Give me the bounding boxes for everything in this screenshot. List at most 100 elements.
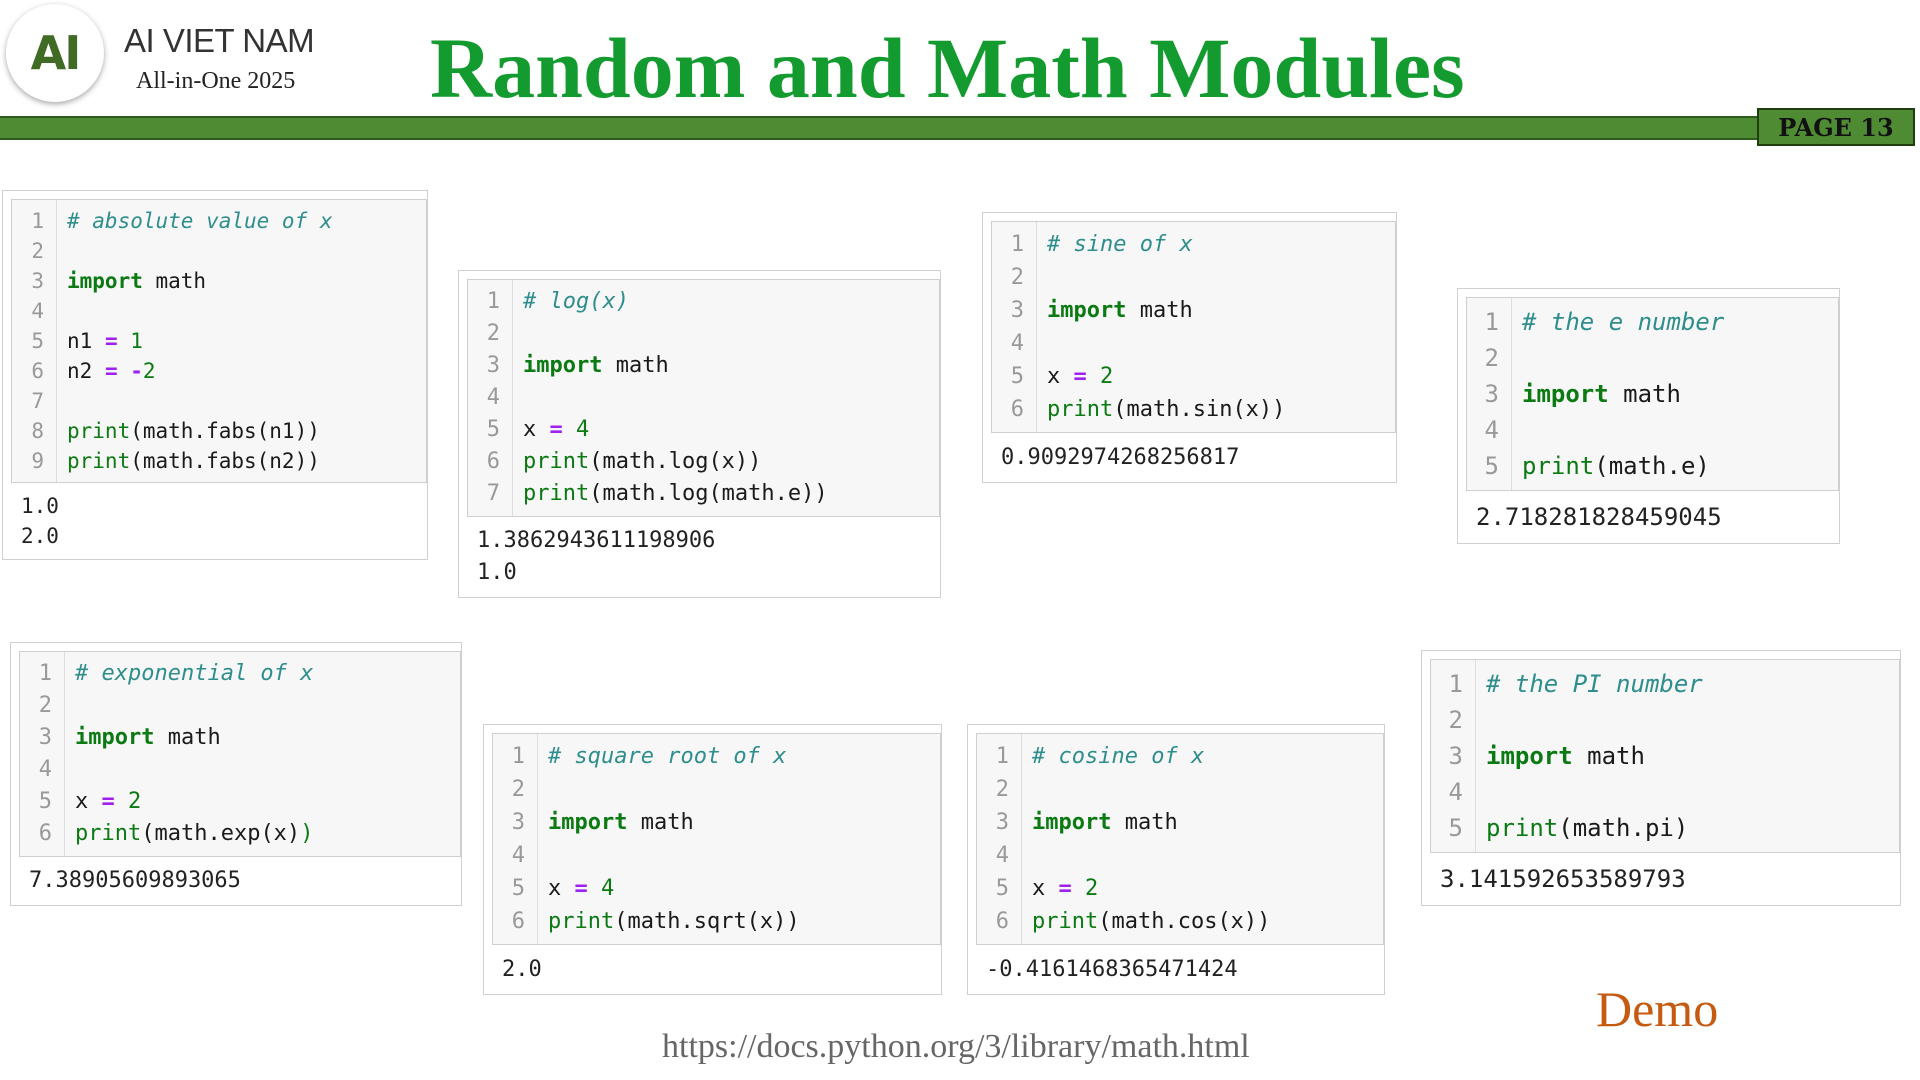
code-token: 4 <box>576 417 590 442</box>
line-number: 4 <box>38 757 52 782</box>
code-token: math <box>1608 380 1681 408</box>
code-token: print <box>1047 397 1114 422</box>
line-number: 5 <box>511 876 525 901</box>
code-input[interactable]: 1 2 3 4 5 6 7 # log(x) import math x = 4 print(m… <box>467 279 940 517</box>
line-number: 1 <box>486 289 500 314</box>
code-token: = <box>549 417 563 442</box>
code-token: (math.log(math.e)) <box>589 481 828 506</box>
line-number: 4 <box>511 843 525 868</box>
line-numbers: 1 2 3 4 5 <box>1467 298 1512 490</box>
code-token: print <box>67 419 131 443</box>
code-input[interactable]: 1 2 3 4 5 6 # cosine of x import math x = 2 pri… <box>976 733 1384 945</box>
code-line: print(math.fabs(n1)) <box>67 416 333 446</box>
line-number: 2 <box>511 777 525 802</box>
code-input[interactable]: 1 2 3 4 5 6 7 8 9 # absolute value of x import ma… <box>11 199 427 483</box>
code-line: x = 4 <box>523 414 828 446</box>
code-token: (math.e) <box>1594 452 1710 480</box>
code-token: 2 <box>1100 364 1114 389</box>
code-line: print(math.fabs(n2)) <box>67 446 333 476</box>
line-number: 6 <box>486 449 500 474</box>
code-line: print(math.sin(x)) <box>1047 393 1285 426</box>
code-token: = <box>574 876 588 901</box>
code-token: = <box>1058 876 1072 901</box>
line-number: 1 <box>31 209 44 233</box>
line-number: 4 <box>995 843 1009 868</box>
code-text: # square root of x import math x = 4 prin… <box>538 734 810 944</box>
code-token: x <box>1047 364 1074 389</box>
line-number: 6 <box>1010 397 1024 422</box>
line-number: 5 <box>486 417 500 442</box>
cell-output: 2.0 <box>502 957 542 982</box>
code-input[interactable]: 1 2 3 4 5 6 # sine of x import math x = 2 print… <box>991 221 1396 433</box>
code-line: x = 2 <box>75 786 313 818</box>
code-token: (math.fabs(n2)) <box>130 449 320 473</box>
code-line: print(math.log(math.e)) <box>523 478 828 510</box>
line-number: 5 <box>38 789 52 814</box>
line-numbers: 1 2 3 4 5 6 7 <box>468 280 513 516</box>
code-token: (math.log(x)) <box>589 449 762 474</box>
code-line: n2 = -2 <box>67 356 333 386</box>
code-token: 2 <box>128 789 142 814</box>
line-number: 3 <box>995 810 1009 835</box>
line-number: 1 <box>1010 232 1024 257</box>
code-line: # log(x) <box>523 286 828 318</box>
code-cell-cos: 1 2 3 4 5 6 # cosine of x import math x = 2 pri… <box>967 724 1385 995</box>
code-token: print <box>1486 814 1559 842</box>
code-line: print(math.exp(x)) <box>75 818 313 850</box>
line-number: 3 <box>1484 380 1499 408</box>
code-line: import math <box>75 722 313 754</box>
code-token: ) <box>300 821 314 846</box>
docs-link[interactable]: https://docs.python.org/3/library/math.h… <box>662 1028 1250 1066</box>
code-token: = <box>1073 364 1087 389</box>
cell-output: 3.141592653589793 <box>1440 865 1686 893</box>
line-numbers: 1 2 3 4 5 6 <box>20 652 65 856</box>
code-token: n2 <box>67 359 105 383</box>
code-input[interactable]: 1 2 3 4 5 # the e number import math print(ma… <box>1466 297 1839 491</box>
line-number: 5 <box>1448 814 1463 842</box>
code-cell-e: 1 2 3 4 5 # the e number import math print(ma… <box>1457 288 1840 544</box>
code-token: 4 <box>601 876 615 901</box>
code-token: print <box>67 449 131 473</box>
code-token: (math.exp(x) <box>141 821 301 846</box>
code-token: = <box>104 359 118 383</box>
line-number: 3 <box>1010 298 1024 323</box>
line-number: 2 <box>31 239 44 263</box>
code-token: 1 <box>130 329 143 353</box>
code-line: import math <box>1047 294 1285 327</box>
code-line: # absolute value of x <box>67 206 333 236</box>
line-number: 3 <box>31 269 44 293</box>
line-number: 3 <box>38 725 52 750</box>
code-token: - <box>130 359 143 383</box>
code-token: (math.sqrt(x)) <box>614 909 800 934</box>
code-token: = <box>101 789 115 814</box>
code-input[interactable]: 1 2 3 4 5 # the PI number import math print(m… <box>1430 659 1900 853</box>
line-number: 4 <box>1010 331 1024 356</box>
code-token: print <box>1032 909 1099 934</box>
line-number: 2 <box>38 693 52 718</box>
code-token: # absolute value of x <box>67 209 333 233</box>
code-token: # the PI number <box>1486 670 1703 698</box>
code-cell-pi: 1 2 3 4 5 # the PI number import math print(m… <box>1421 650 1901 906</box>
code-input[interactable]: 1 2 3 4 5 6 # square root of x import math x =… <box>492 733 941 945</box>
code-token: n1 <box>67 329 105 353</box>
code-cell-exp: 1 2 3 4 5 6 # exponential of x import math x =… <box>10 642 462 906</box>
code-token: x <box>1032 876 1059 901</box>
page-title: Random and Math Modules <box>430 20 1465 116</box>
line-number: 7 <box>486 481 500 506</box>
code-line: # sine of x <box>1047 228 1285 261</box>
code-line: # the e number <box>1522 304 1724 340</box>
code-token: math <box>1126 298 1193 323</box>
code-token: math <box>1572 742 1645 770</box>
line-number: 3 <box>511 810 525 835</box>
code-input[interactable]: 1 2 3 4 5 6 # exponential of x import math x =… <box>19 651 461 857</box>
